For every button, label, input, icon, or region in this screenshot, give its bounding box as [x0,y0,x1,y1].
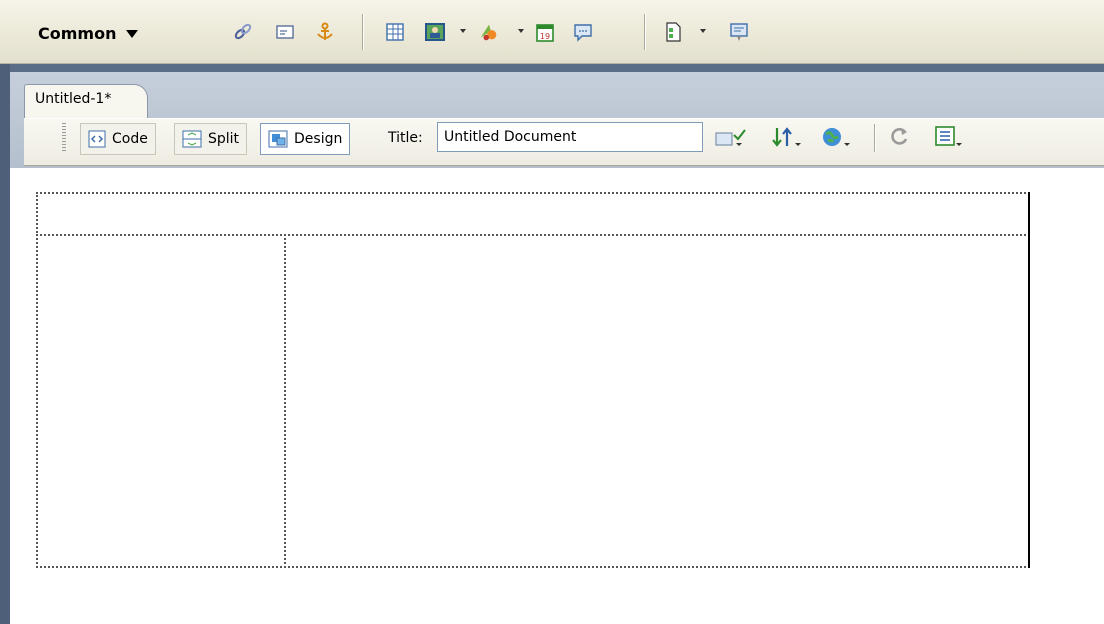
window-left-edge [0,64,10,624]
date-icon[interactable]: 19 [534,20,556,44]
tag-chooser-icon[interactable] [728,20,750,44]
file-management-icon[interactable] [770,124,806,150]
caret-down-icon [126,30,139,38]
dropdown-arrow-icon[interactable] [700,29,706,33]
dropdown-arrow-icon[interactable] [460,29,466,33]
validate-markup-icon[interactable] [714,124,748,150]
view-options-icon[interactable] [934,124,974,150]
templates-icon[interactable] [662,20,684,44]
email-link-icon[interactable] [274,20,296,44]
insert-bar: Common 19 [0,0,1104,64]
hyperlink-icon[interactable] [232,20,254,44]
document-tab-label: Untitled-1* [35,91,112,107]
document-title-input[interactable] [437,122,703,152]
toolbar-grip[interactable] [62,123,66,151]
toolbar-separator [362,14,364,50]
design-view-button[interactable]: Design [260,123,351,155]
split-view-icon [182,130,202,148]
document-tab[interactable]: Untitled-1* [24,84,148,118]
design-view-label: Design [294,131,343,147]
sidebar-cell[interactable] [36,234,286,568]
table-right-border [1028,192,1030,568]
media-icon[interactable] [478,20,500,44]
header-cell[interactable] [36,192,1030,236]
title-label: Title: [388,130,423,146]
comment-icon[interactable] [572,20,594,44]
preview-browser-icon[interactable] [820,124,856,150]
design-view-icon [268,130,288,148]
insert-category-dropdown[interactable]: Common [38,20,139,46]
table-icon[interactable] [384,20,406,44]
content-cell[interactable] [284,234,1030,568]
images-icon[interactable] [424,20,446,44]
insert-category-label: Common [38,23,117,43]
code-view-button[interactable]: Code [80,123,156,155]
dropdown-arrow-icon[interactable] [518,29,524,33]
toolbar-separator [874,124,876,152]
named-anchor-icon[interactable] [314,20,336,44]
refresh-icon[interactable] [888,124,912,150]
split-view-label: Split [208,131,240,147]
toolbar-separator [644,14,646,50]
code-view-label: Code [112,131,148,147]
split-view-button[interactable]: Split [174,123,248,155]
code-view-icon [88,130,106,148]
svg-text:19: 19 [540,32,550,41]
